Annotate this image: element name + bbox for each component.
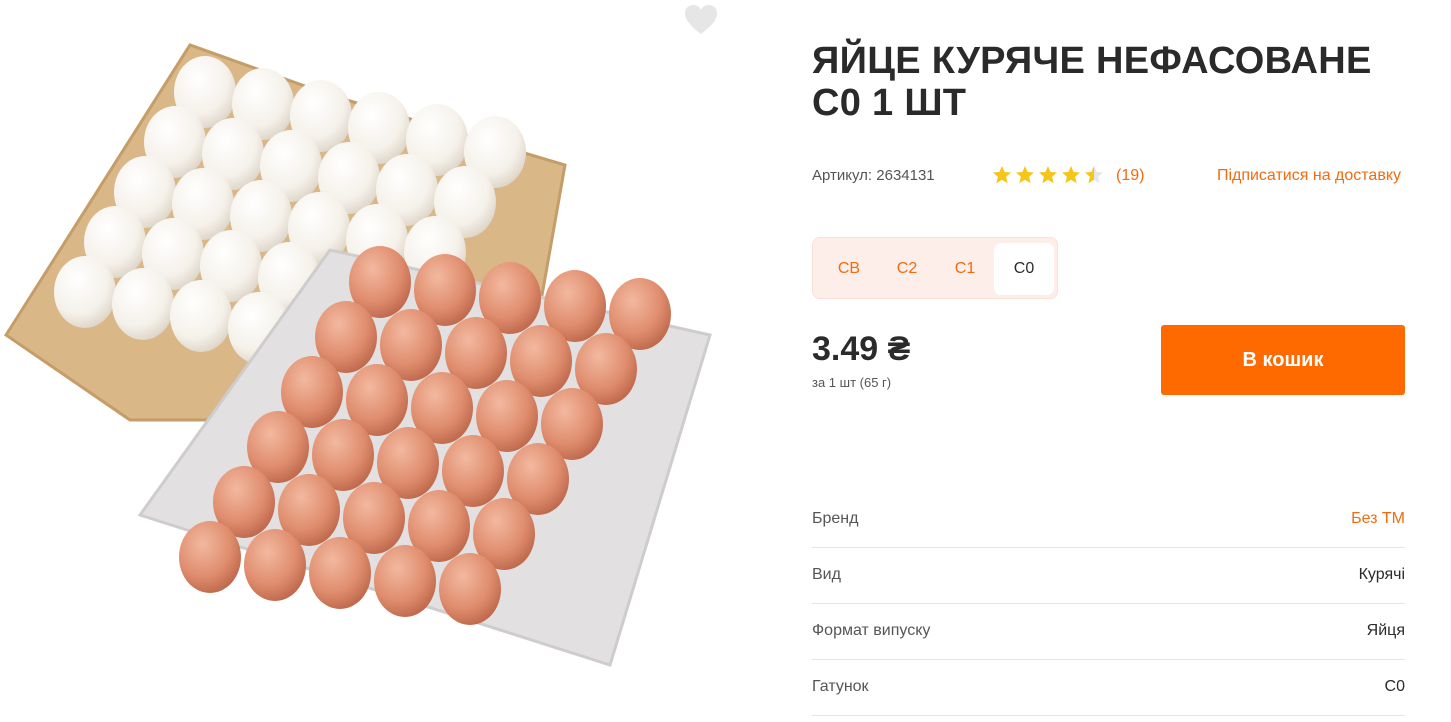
star-icon bbox=[1039, 166, 1057, 184]
price-per-unit: за 1 шт (65 г) bbox=[812, 375, 892, 390]
egg-trays-illustration bbox=[3, 43, 712, 667]
egg bbox=[244, 529, 306, 601]
attribute-row-brand: Бренд Без ТМ bbox=[812, 492, 1405, 548]
attribute-value: Яйця bbox=[1366, 622, 1405, 639]
attribute-name: Бренд bbox=[812, 510, 859, 527]
reviews-count-link[interactable]: (19) bbox=[1116, 167, 1144, 185]
product-image[interactable] bbox=[0, 0, 740, 722]
egg bbox=[170, 280, 232, 352]
subscribe-delivery-link[interactable]: Підписатися на доставку bbox=[1217, 167, 1401, 185]
attribute-row-grade: Гатунок С0 bbox=[812, 660, 1405, 716]
star-icon bbox=[993, 166, 1011, 184]
attributes-table: Бренд Без ТМ Вид Курячі Формат випуску Я… bbox=[812, 492, 1405, 716]
add-to-cart-button[interactable]: В кошик bbox=[1161, 325, 1405, 395]
attribute-name: Вид bbox=[812, 566, 841, 583]
grade-option-c1[interactable]: С1 bbox=[935, 243, 995, 295]
egg bbox=[439, 553, 501, 625]
egg bbox=[112, 268, 174, 340]
product-price: 3.49 ₴ bbox=[812, 330, 911, 368]
attribute-value: С0 bbox=[1384, 678, 1405, 695]
product-title: ЯЙЦЕ КУРЯЧЕ НЕФАСОВАНЕ С0 1 ШТ bbox=[812, 40, 1372, 124]
egg bbox=[179, 521, 241, 593]
grade-option-c0[interactable]: С0 bbox=[994, 243, 1054, 295]
product-info-panel: ЯЙЦЕ КУРЯЧЕ НЕФАСОВАНЕ С0 1 ШТ Артикул: … bbox=[812, 0, 1405, 722]
rating-stars bbox=[992, 165, 1104, 187]
attribute-name: Формат випуску bbox=[812, 622, 931, 639]
brand-link[interactable]: Без ТМ bbox=[1351, 510, 1405, 528]
product-sku: Артикул: 2634131 bbox=[812, 167, 935, 184]
star-icon bbox=[1085, 166, 1103, 184]
star-icon bbox=[1016, 166, 1034, 184]
grade-option-cb[interactable]: СВ bbox=[819, 243, 879, 295]
egg bbox=[309, 537, 371, 609]
attribute-name: Гатунок bbox=[812, 678, 869, 695]
star-icon bbox=[1062, 166, 1080, 184]
attribute-value: Курячі bbox=[1358, 566, 1405, 583]
egg bbox=[54, 256, 116, 328]
product-meta-row: Артикул: 2634131 (19) Підписатися на дос… bbox=[812, 165, 1405, 189]
grade-option-c2[interactable]: С2 bbox=[877, 243, 937, 295]
attribute-row-type: Вид Курячі bbox=[812, 548, 1405, 604]
attribute-row-format: Формат випуску Яйця bbox=[812, 604, 1405, 660]
heart-icon[interactable] bbox=[683, 3, 719, 37]
grade-selector: СВ С2 С1 С0 bbox=[812, 237, 1058, 299]
egg bbox=[374, 545, 436, 617]
